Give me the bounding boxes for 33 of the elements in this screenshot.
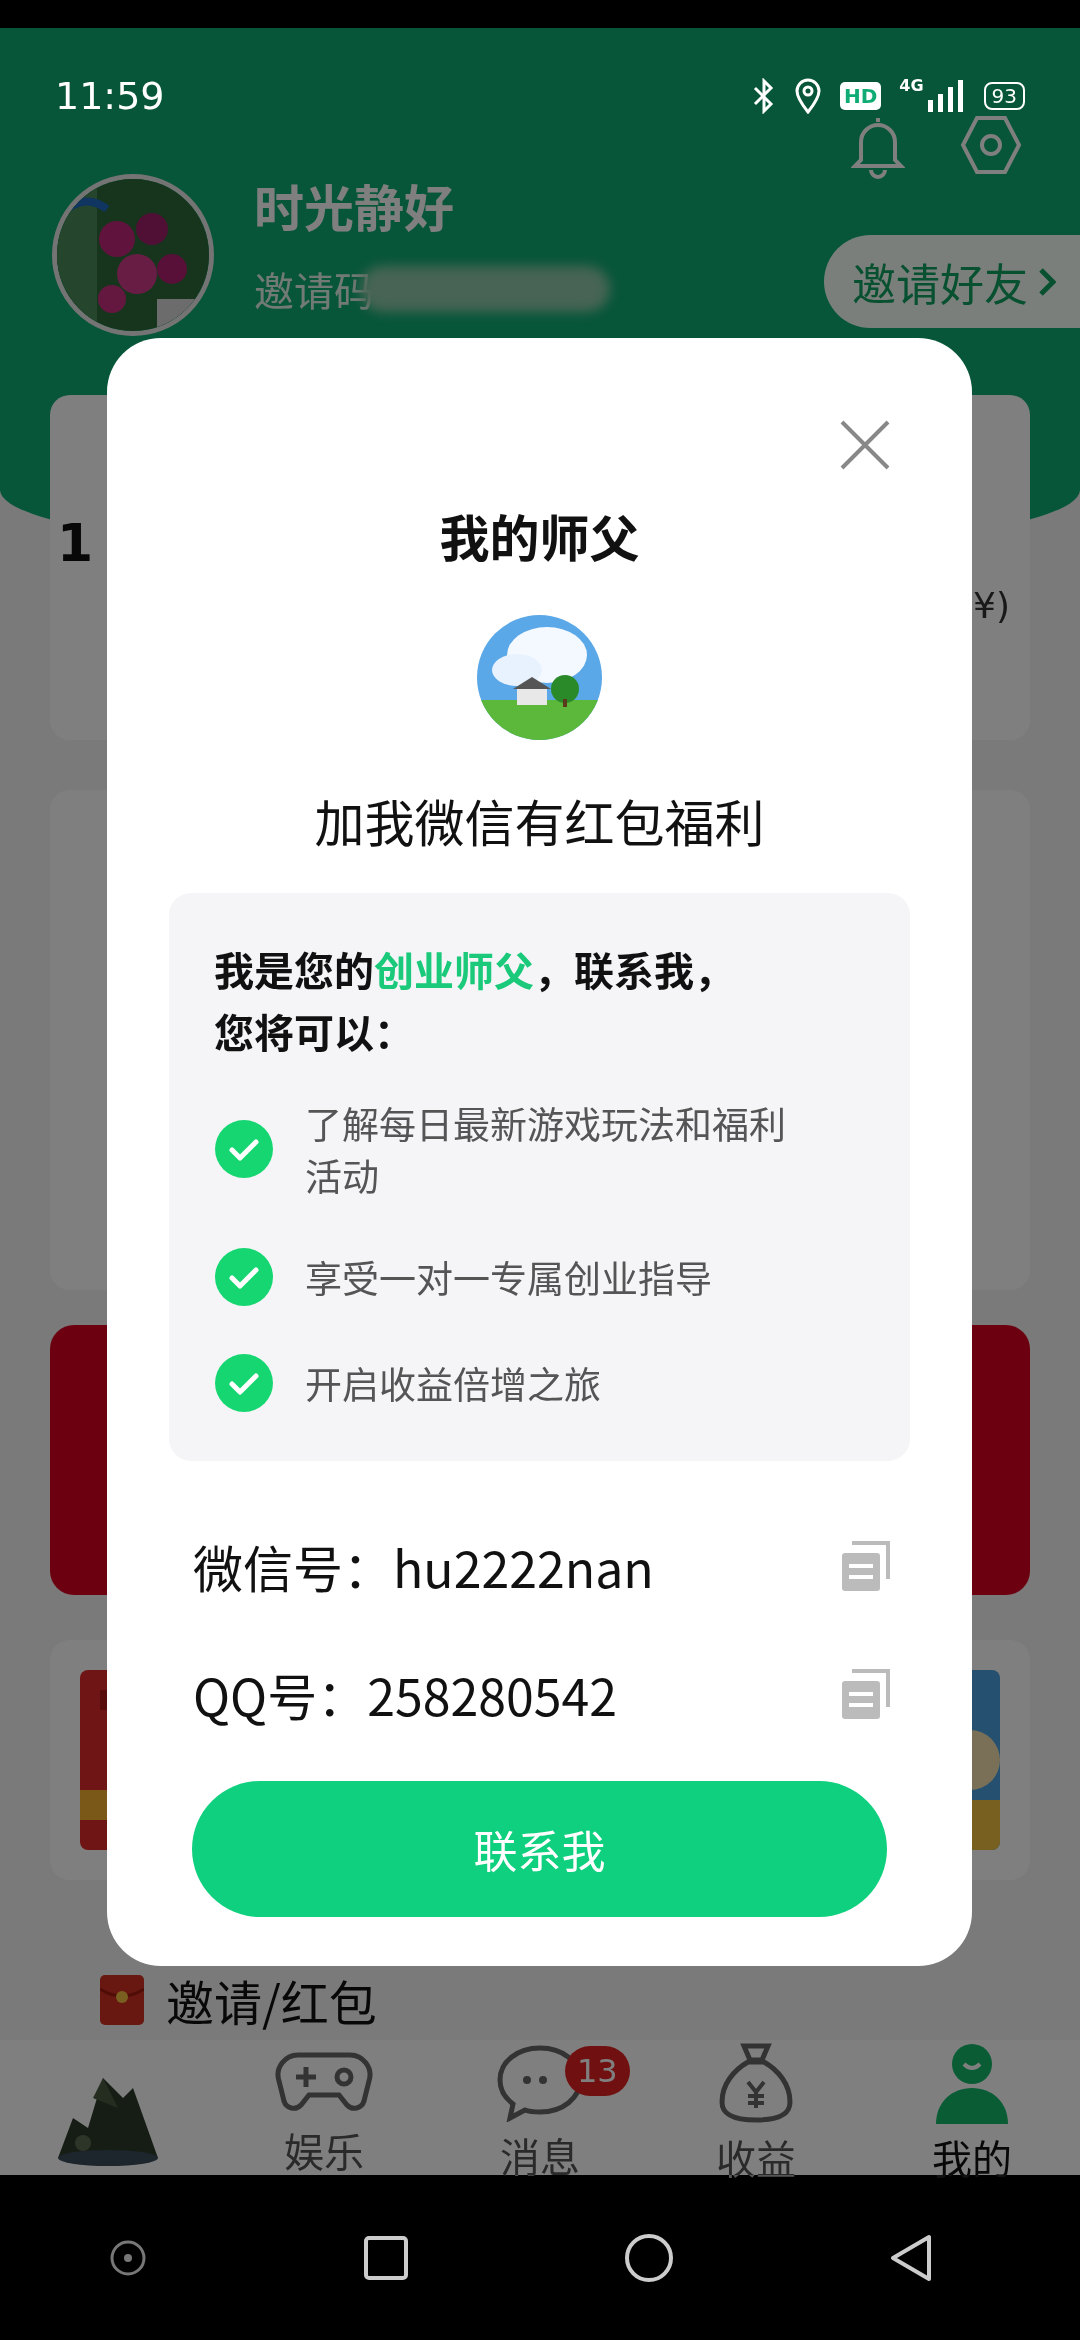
network-label: 4G	[899, 78, 924, 94]
currency-unit: ¥)	[973, 585, 1010, 628]
bluetooth-icon	[751, 78, 776, 114]
contact-text: 微信号：hu2222nan	[193, 1530, 654, 1602]
battery-level: 93	[983, 82, 1025, 110]
section-title: 邀请/红包	[166, 1965, 377, 2035]
contact-text: QQ号：258280542	[193, 1658, 617, 1730]
home-icon[interactable]	[623, 2232, 674, 2283]
benefit-text: 开启收益倍增之旅	[305, 1357, 601, 1409]
benefit-text: 享受一对一专属创业指导	[305, 1251, 712, 1303]
back-icon[interactable]	[888, 2232, 933, 2283]
chevron-icon	[1038, 266, 1056, 297]
close-icon	[838, 418, 892, 472]
envelope-icon	[100, 1975, 144, 2025]
close-button[interactable]	[838, 418, 892, 472]
benefit-text: 了解每日最新游戏玩法和福利活动	[305, 1097, 787, 1201]
nav-tab[interactable]: 我的	[864, 2040, 1080, 2186]
dialog-title: 我的师父	[439, 500, 640, 570]
earnings-value: 1	[57, 513, 94, 575]
nav-tab[interactable]: 娱乐	[216, 2040, 432, 2186]
invite-friends-button[interactable]: 邀请好友	[824, 235, 1080, 328]
intro-text: 我是您的创业师父，联系我，您将可以：	[214, 939, 735, 1062]
nav-tab[interactable]: 收益	[648, 2040, 864, 2186]
invite-code-label: 邀请码	[254, 260, 374, 318]
hd-badge: HD	[839, 82, 882, 110]
status-time: 11:59	[55, 74, 165, 118]
contact-me-button[interactable]: 联系我	[192, 1781, 887, 1917]
location-icon	[793, 78, 822, 114]
user-name: 时光静好	[254, 172, 455, 238]
unread-badge: 13	[565, 2046, 630, 2096]
signal-icon	[925, 78, 966, 114]
recents-icon[interactable]	[362, 2234, 409, 2281]
dialog-subtitle: 加我微信有红包福利	[314, 785, 765, 855]
